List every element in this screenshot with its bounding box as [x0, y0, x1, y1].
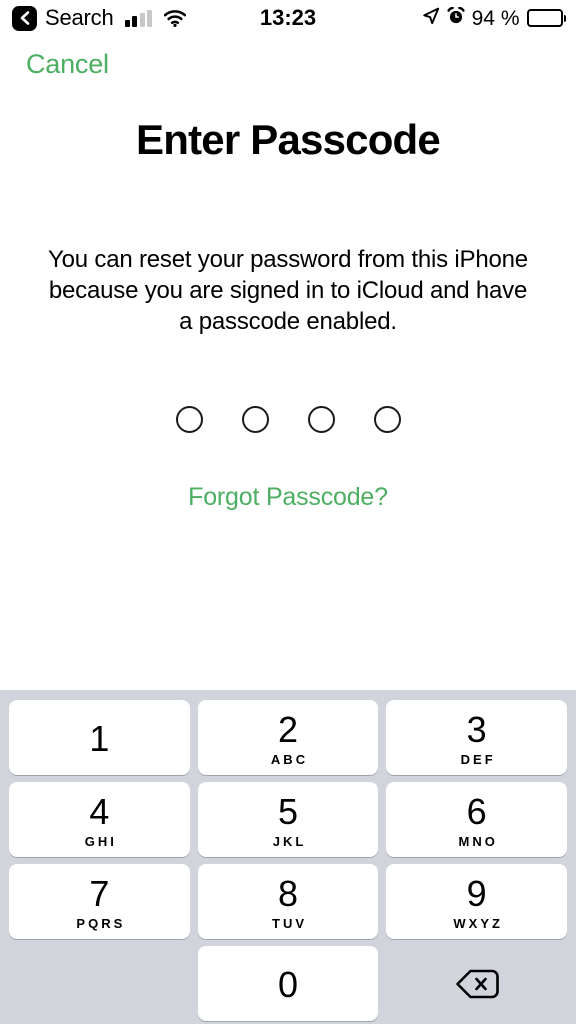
passcode-dot: [175, 406, 203, 433]
forgot-passcode-button[interactable]: Forgot Passcode?: [0, 483, 576, 512]
key-digit: 0: [277, 963, 299, 1005]
key-8[interactable]: 8 TUV: [197, 864, 379, 939]
chevron-left-icon: [19, 11, 31, 25]
passcode-dot: [307, 406, 335, 433]
key-digit: 4: [89, 790, 110, 832]
key-letters: PQRS: [76, 915, 126, 931]
key-letters: ABC: [270, 751, 309, 767]
status-bar-right: 94 %: [422, 0, 566, 36]
key-1[interactable]: 1: [9, 700, 190, 775]
status-bar-left: Search: [12, 0, 187, 36]
clock-label: 13:23: [259, 5, 317, 30]
key-7[interactable]: 7 PQRS: [9, 864, 190, 939]
key-letters: DEF: [460, 751, 496, 767]
key-digit: 1: [89, 717, 110, 759]
delete-backspace-icon: [455, 968, 499, 1000]
numeric-keypad: 1 2 ABC 3 DEF 4 GHI 5 JKL 6 MNO 7 PQRS 8…: [0, 690, 576, 1024]
key-letters: TUV: [272, 915, 307, 931]
key-letters: MNO: [458, 833, 498, 849]
keypad-row: 4 GHI 5 JKL 6 MNO: [9, 782, 568, 857]
key-5[interactable]: 5 JKL: [197, 782, 379, 857]
status-bar: Search 13:23 94 %: [0, 0, 576, 36]
key-letters: JKL: [272, 833, 307, 849]
key-digit: 3: [466, 708, 487, 750]
alarm-clock-icon: [447, 6, 465, 30]
key-digit: 9: [466, 872, 487, 914]
page-title: Enter Passcode: [136, 116, 441, 163]
key-digit: 2: [277, 708, 299, 750]
main-content: Cancel Enter Passcode You can reset your…: [0, 36, 576, 690]
key-digit: 5: [277, 790, 299, 832]
key-0[interactable]: 0: [197, 946, 379, 1021]
key-4[interactable]: 4 GHI: [9, 782, 190, 857]
key-2[interactable]: 2 ABC: [197, 700, 379, 775]
key-letters: GHI: [84, 833, 117, 849]
delete-backspace-button[interactable]: [386, 946, 567, 1021]
battery-full-icon: [526, 9, 566, 27]
passcode-dot: [241, 406, 269, 433]
keypad-row: 7 PQRS 8 TUV 9 WXYZ: [9, 864, 568, 939]
key-letters: WXYZ: [453, 915, 503, 931]
wifi-icon: [164, 9, 187, 27]
passcode-dots: [0, 406, 576, 433]
back-to-app-button[interactable]: [12, 5, 37, 31]
description-text: You can reset your password from this iP…: [48, 246, 528, 335]
key-digit: 6: [466, 790, 487, 832]
keypad-row: 0: [9, 946, 567, 1021]
keypad-spacer: [9, 946, 190, 1021]
battery-percent-label: 94 %: [471, 6, 520, 30]
key-digit: 8: [277, 872, 299, 914]
passcode-screen: Search 13:23 94 % Cancel Enter Passcode …: [0, 0, 576, 1024]
key-3[interactable]: 3 DEF: [386, 700, 568, 775]
key-9[interactable]: 9 WXYZ: [386, 864, 568, 939]
keypad-row: 1 2 ABC 3 DEF: [9, 700, 568, 775]
carrier-label: Search: [45, 5, 114, 30]
cancel-button[interactable]: Cancel: [26, 49, 109, 80]
passcode-dot: [373, 406, 401, 433]
key-6[interactable]: 6 MNO: [386, 782, 568, 857]
key-digit: 7: [89, 872, 110, 914]
location-arrow-icon: [422, 7, 440, 30]
cellular-signal-icon: [124, 9, 153, 27]
